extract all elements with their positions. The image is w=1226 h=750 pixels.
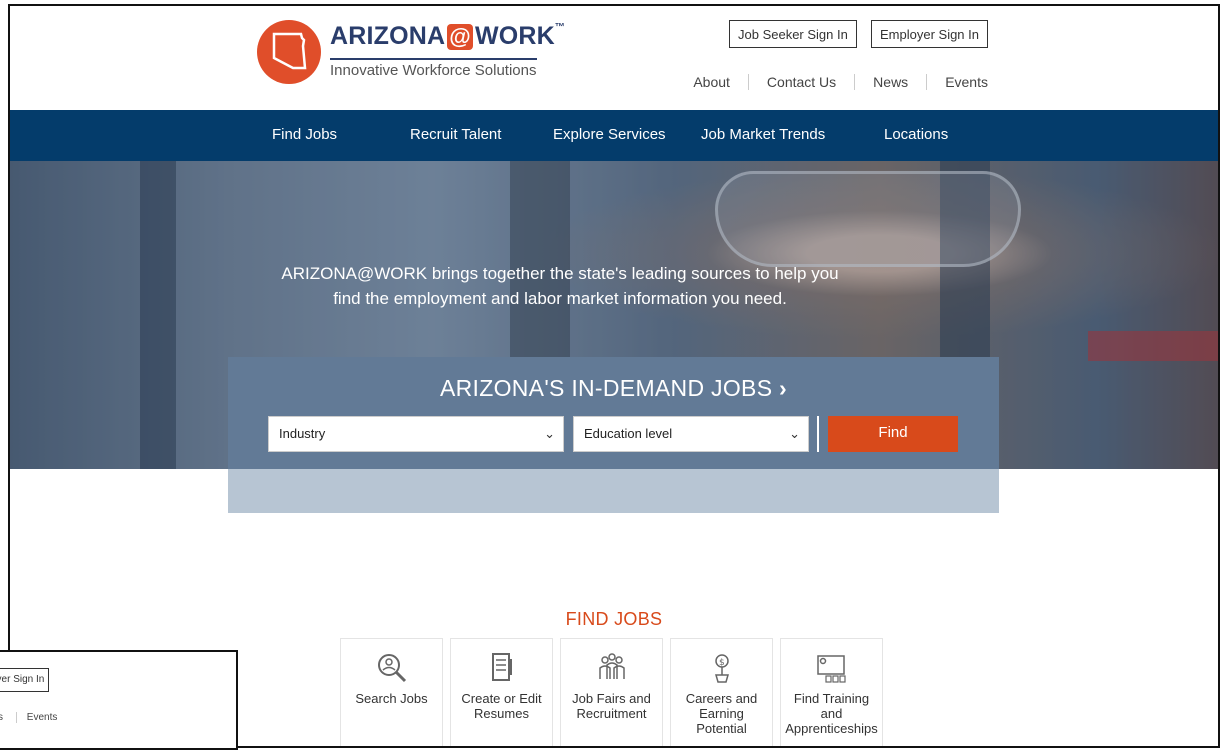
nav-job-market-trends[interactable]: Job Market Trends (701, 126, 825, 143)
events-link[interactable]: Events (15, 712, 68, 723)
contact-us-link[interactable]: Contact Us (747, 74, 854, 90)
tile-find-training[interactable]: Find Training and Apprenticeships (780, 638, 883, 746)
employer-signin-button[interactable]: oyer Sign In (0, 668, 50, 692)
in-demand-jobs-search: ARIZONA'S IN-DEMAND JOBS › Industry ⌄ Ed… (228, 357, 999, 469)
education-level-select[interactable]: Education level ⌄ (573, 416, 809, 452)
in-demand-jobs-link[interactable]: ARIZONA'S IN-DEMAND JOBS › (228, 375, 999, 402)
training-board-icon (816, 655, 846, 683)
tile-label: Job Fairs and Recruitment (572, 691, 651, 721)
hero-text: ARIZONA@WORK brings together the state's… (260, 261, 860, 311)
tile-label: Find Training and Apprenticeships (785, 691, 878, 736)
job-seeker-signin-button[interactable]: Job Seeker Sign In (729, 20, 857, 48)
employer-signin-button[interactable]: Employer Sign In (871, 20, 988, 48)
hero-text-line-1: ARIZONA@WORK brings together the state's… (281, 264, 839, 283)
nav-locations[interactable]: Locations (884, 126, 948, 143)
events-link[interactable]: Events (926, 74, 1006, 90)
news-link[interactable]: s (0, 712, 13, 723)
site-logo[interactable]: ARIZONA @ WORK™ Innovative Workforce Solut… (257, 20, 565, 90)
divider (817, 416, 819, 452)
hero-text-line-2: find the employment and labor market inf… (333, 289, 787, 308)
tile-label: Create or Edit Resumes (461, 691, 542, 721)
nav-find-jobs[interactable]: Find Jobs (272, 126, 337, 143)
tile-search-jobs[interactable]: Search Jobs (340, 638, 443, 746)
money-plant-icon: $ (714, 654, 729, 683)
in-demand-jobs-panel: ARIZONA'S IN-DEMAND JOBS › Industry ⌄ Ed… (228, 357, 999, 513)
find-jobs-heading: FIND JOBS (565, 609, 663, 629)
tile-create-resumes[interactable]: Create or Edit Resumes (450, 638, 553, 746)
arizona-state-icon (257, 20, 321, 84)
news-link[interactable]: News (854, 74, 926, 90)
nav-recruit-talent[interactable]: Recruit Talent (410, 126, 501, 143)
resume-icon (491, 653, 512, 681)
magnifier-person-icon (377, 654, 406, 683)
industry-select[interactable]: Industry ⌄ (268, 416, 564, 452)
group-icon (598, 653, 625, 679)
chevron-down-icon: ⌄ (789, 426, 800, 441)
main-nav: Find Jobs Recruit Talent Explore Service… (10, 110, 1218, 161)
chevron-down-icon: ⌄ (544, 426, 555, 441)
find-button[interactable]: Find (828, 416, 958, 452)
tile-careers-earning[interactable]: $ Careers and Earning Potential (670, 638, 773, 746)
tile-label: Search Jobs (355, 691, 428, 706)
inset-header-crop: oyer Sign In s Events (0, 650, 238, 750)
svg-text:$: $ (719, 658, 725, 668)
logo-tagline: Innovative Workforce Solutions (330, 58, 537, 79)
about-link[interactable]: About (675, 74, 748, 90)
utility-links: About Contact Us News Events (675, 74, 1006, 90)
utility-links: s Events (0, 712, 68, 723)
tile-job-fairs[interactable]: Job Fairs and Recruitment (560, 638, 663, 746)
nav-explore-services[interactable]: Explore Services (553, 126, 666, 143)
chevron-right-icon: › (779, 375, 788, 401)
browser-page: ARIZONA @ WORK™ Innovative Workforce Solut… (8, 4, 1220, 748)
tile-label: Careers and Earning Potential (685, 691, 758, 736)
logo-wordmark: ARIZONA @ WORK™ (330, 22, 566, 50)
